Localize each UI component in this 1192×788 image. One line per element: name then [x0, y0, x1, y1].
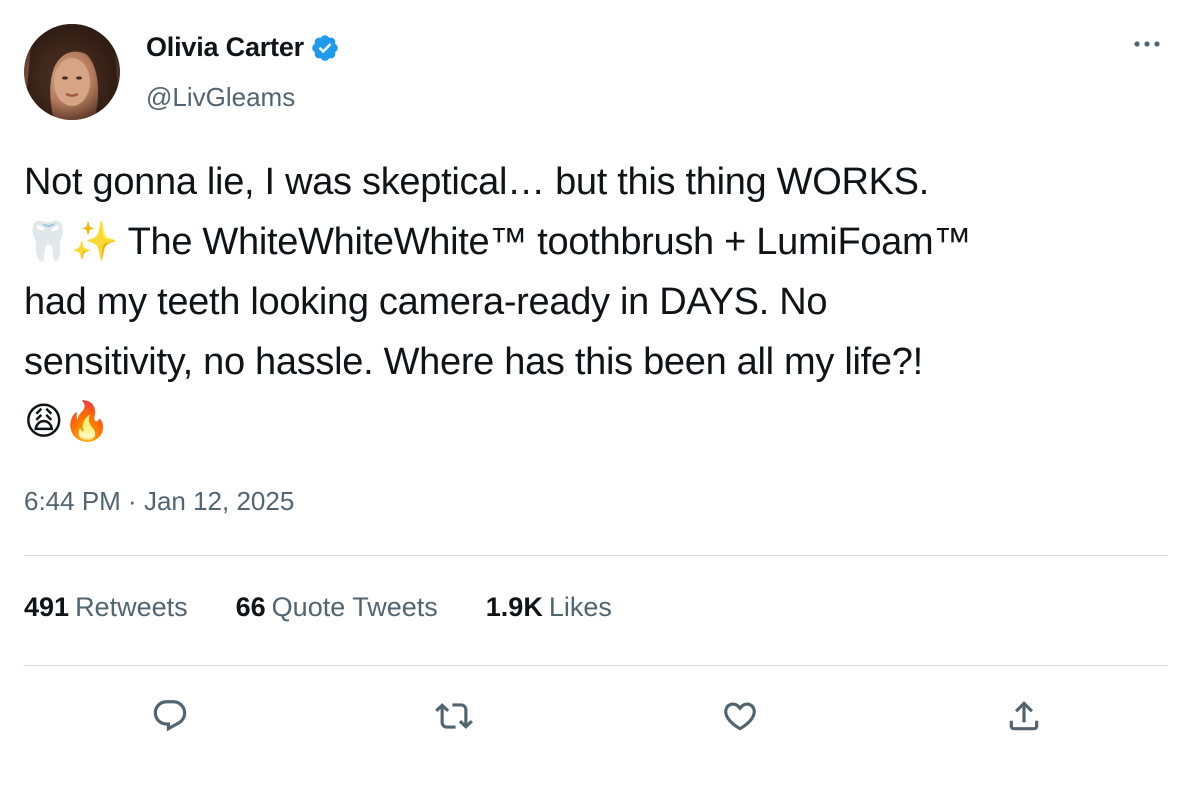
tweet-text-line: Not gonna lie, I was skeptical… but this…: [24, 161, 929, 203]
heart-icon: [724, 702, 756, 731]
reply-button[interactable]: [146, 692, 194, 740]
like-button[interactable]: [716, 692, 764, 740]
tweet-text-line: sensitivity, no hassle. Where has this b…: [24, 341, 923, 383]
retweets-label: Retweets: [75, 592, 188, 622]
tweet-date[interactable]: Jan 12, 2025: [144, 486, 294, 516]
retweet-button[interactable]: [430, 692, 478, 740]
author-display-name[interactable]: Olivia Carter: [146, 32, 304, 63]
quote-tweets-stat[interactable]: 66 Quote Tweets: [236, 592, 438, 623]
avatar-image: [24, 24, 120, 120]
share-button[interactable]: [1000, 692, 1048, 740]
tweet-text-line: 😩🔥: [24, 401, 111, 443]
likes-count: 1.9K: [485, 592, 543, 622]
tweet-text-line: 🦷✨ The WhiteWhiteWhite™ toothbrush + Lum…: [24, 221, 972, 263]
likes-stat[interactable]: 1.9K Likes: [486, 592, 612, 623]
avatar[interactable]: [24, 24, 120, 120]
divider-top: [24, 555, 1168, 556]
tweet-text: Not gonna lie, I was skeptical… but this…: [24, 152, 1164, 452]
tweet-timestamp[interactable]: 6:44 PM · Jan 12, 2025: [24, 486, 294, 517]
author-handle[interactable]: @LivGleams: [146, 82, 295, 113]
reply-icon: [153, 700, 187, 732]
tweet-text-line: had my teeth looking camera-ready in DAY…: [24, 281, 828, 323]
engagement-stats: 491 Retweets 66 Quote Tweets 1.9K Likes: [24, 592, 660, 623]
more-options-icon[interactable]: [1128, 32, 1166, 56]
tweet-time[interactable]: 6:44 PM: [24, 486, 121, 516]
verified-badge-icon: [310, 33, 340, 63]
timestamp-separator: ·: [120, 486, 144, 516]
quote-tweets-count: 66: [235, 592, 266, 622]
retweets-stat[interactable]: 491 Retweets: [24, 592, 188, 623]
divider-bottom: [24, 665, 1168, 666]
quote-tweets-label: Quote Tweets: [271, 592, 438, 622]
retweet-icon: [435, 703, 473, 729]
likes-label: Likes: [548, 592, 612, 622]
share-icon: [1009, 701, 1039, 731]
author-name-row[interactable]: Olivia Carter: [146, 32, 340, 63]
retweets-count: 491: [24, 592, 70, 622]
